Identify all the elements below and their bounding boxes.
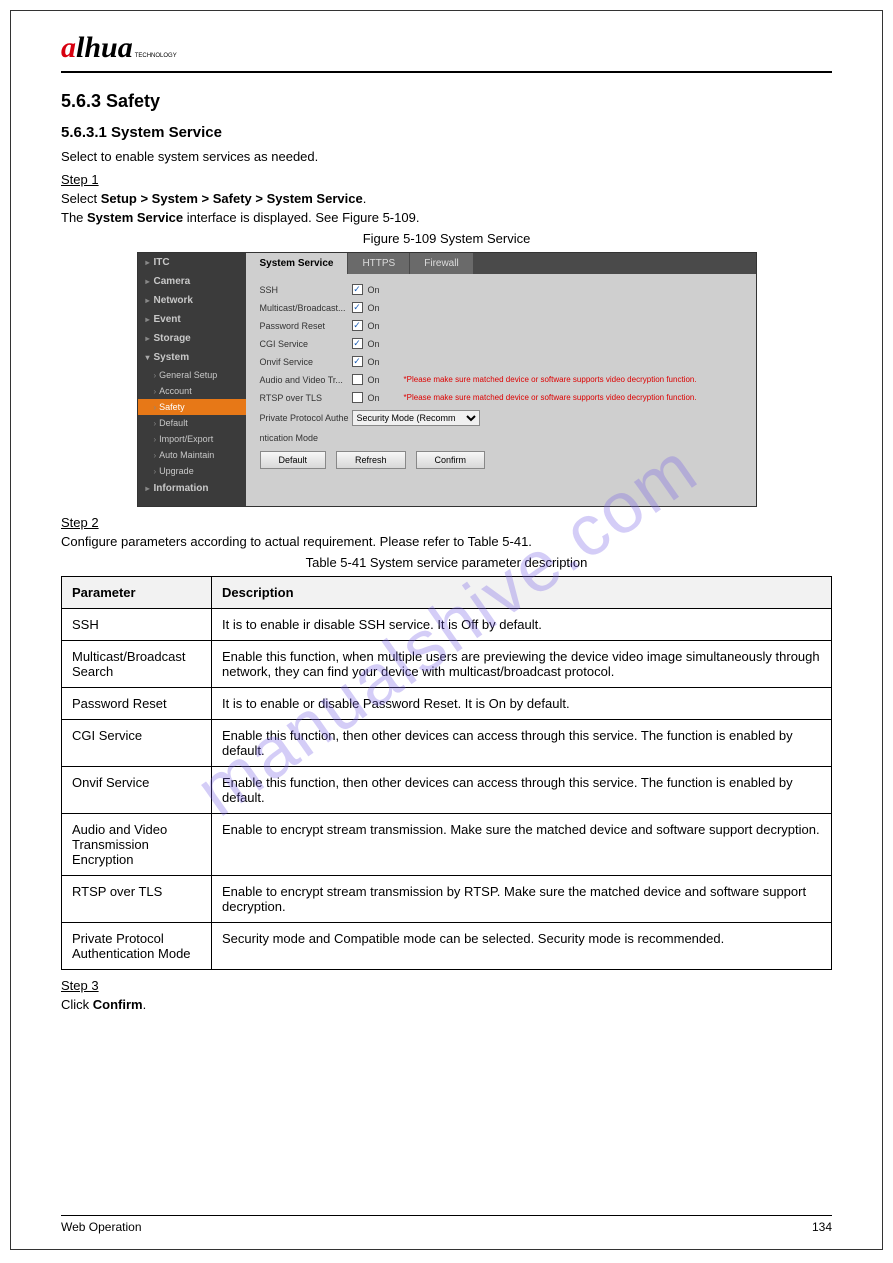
header-rule	[61, 71, 832, 73]
table-row: Audio and Video Transmission EncryptionE…	[62, 814, 832, 876]
warn-av: *Please make sure matched device or soft…	[404, 375, 697, 384]
row-av-encrypt: Audio and Video Tr...On*Please make sure…	[260, 374, 742, 385]
refresh-button[interactable]: Refresh	[336, 451, 406, 469]
sidebar-item-system[interactable]: ▾System	[138, 348, 246, 367]
table-row: Private Protocol Authentication ModeSecu…	[62, 923, 832, 970]
row-auth-mode-2: ntication Mode	[260, 433, 742, 443]
th-description: Description	[212, 577, 832, 609]
sidebar-sub-default[interactable]: ›Default	[138, 415, 246, 431]
step2-label: Step 2	[61, 515, 832, 530]
sidebar-item-camera[interactable]: ▸Camera	[138, 272, 246, 291]
auth-mode-select[interactable]: Security Mode (Recomm	[352, 410, 480, 426]
default-button[interactable]: Default	[260, 451, 327, 469]
step3-body: Click Confirm.	[61, 997, 832, 1012]
button-row: Default Refresh Confirm	[260, 451, 742, 469]
row-auth-mode: Private Protocol Authe Security Mode (Re…	[260, 410, 742, 426]
screenshot-body: SSHOn Multicast/Broadcast...On Password …	[246, 274, 756, 479]
row-cgi: CGI ServiceOn	[260, 338, 742, 349]
th-parameter: Parameter	[62, 577, 212, 609]
table-row: Onvif ServiceEnable this function, then …	[62, 767, 832, 814]
sidebar-item-network[interactable]: ▸Network	[138, 291, 246, 310]
logo-sub: TECHNOLOGY	[135, 53, 177, 59]
figure-caption: Figure 5-109 System Service	[61, 231, 832, 246]
step1-label: Step 1	[61, 172, 832, 187]
sidebar-item-information[interactable]: ▸Information	[138, 479, 246, 498]
subsection-heading: 5.6.3.1 System Service	[61, 124, 832, 141]
footer-rule	[61, 1215, 832, 1216]
tab-bar: System Service HTTPS Firewall	[246, 253, 756, 274]
checkbox-av-encrypt[interactable]	[352, 374, 363, 385]
footer-page-number: 134	[812, 1220, 832, 1234]
step3-label: Step 3	[61, 978, 832, 993]
row-rtsp-tls: RTSP over TLSOn*Please make sure matched…	[260, 392, 742, 403]
sidebar-item-storage[interactable]: ▸Storage	[138, 329, 246, 348]
sidebar-item-itc[interactable]: ▸ITC	[138, 253, 246, 272]
table-row: SSHIt is to enable ir disable SSH servic…	[62, 609, 832, 641]
screenshot-main: System Service HTTPS Firewall SSHOn Mult…	[246, 253, 756, 506]
checkbox-ssh[interactable]	[352, 284, 363, 295]
tab-firewall[interactable]: Firewall	[410, 253, 472, 274]
table-header-row: Parameter Description	[62, 577, 832, 609]
table-row: RTSP over TLSEnable to encrypt stream tr…	[62, 876, 832, 923]
logo-letter: a	[61, 31, 76, 65]
row-onvif: Onvif ServiceOn	[260, 356, 742, 367]
table-row: CGI ServiceEnable this function, then ot…	[62, 720, 832, 767]
sidebar-item-event[interactable]: ▸Event	[138, 310, 246, 329]
sidebar-sub-auto-maintain[interactable]: ›Auto Maintain	[138, 447, 246, 463]
row-ssh: SSHOn	[260, 284, 742, 295]
logo-word: lhua	[76, 31, 133, 65]
checkbox-multicast[interactable]	[352, 302, 363, 313]
tab-https[interactable]: HTTPS	[348, 253, 409, 274]
page-footer: Web Operation 134	[61, 1215, 832, 1234]
table-row: Multicast/Broadcast SearchEnable this fu…	[62, 641, 832, 688]
embedded-screenshot: ▸ITC ▸Camera ▸Network ▸Event ▸Storage ▾S…	[137, 252, 757, 507]
step1-line2: The System Service interface is displaye…	[61, 210, 832, 225]
tab-system-service[interactable]: System Service	[246, 253, 348, 274]
parameter-table: Parameter Description SSHIt is to enable…	[61, 576, 832, 970]
step1-line1: Select Setup > System > Safety > System …	[61, 191, 832, 206]
sidebar-sub-import-export[interactable]: ›Import/Export	[138, 431, 246, 447]
checkbox-cgi[interactable]	[352, 338, 363, 349]
footer-left: Web Operation	[61, 1220, 142, 1234]
checkbox-onvif[interactable]	[352, 356, 363, 367]
table-row: Password ResetIt is to enable or disable…	[62, 688, 832, 720]
row-multicast: Multicast/Broadcast...On	[260, 302, 742, 313]
step2-body: Configure parameters according to actual…	[61, 534, 832, 549]
section-heading: 5.6.3 Safety	[61, 91, 832, 112]
table-caption: Table 5-41 System service parameter desc…	[61, 555, 832, 570]
sidebar-sub-account[interactable]: ›Account	[138, 383, 246, 399]
sidebar-sub-safety[interactable]: ›Safety	[138, 399, 246, 415]
confirm-button[interactable]: Confirm	[416, 451, 486, 469]
sidebar-sub-upgrade[interactable]: ›Upgrade	[138, 463, 246, 479]
sidebar-sub-general[interactable]: ›General Setup	[138, 367, 246, 383]
screenshot-sidebar: ▸ITC ▸Camera ▸Network ▸Event ▸Storage ▾S…	[138, 253, 246, 506]
checkbox-password-reset[interactable]	[352, 320, 363, 331]
row-password-reset: Password ResetOn	[260, 320, 742, 331]
warn-rtsp: *Please make sure matched device or soft…	[404, 393, 697, 402]
brand-logo: a lhua TECHNOLOGY	[61, 31, 832, 65]
intro-text: Select to enable system services as need…	[61, 149, 832, 164]
checkbox-rtsp-tls[interactable]	[352, 392, 363, 403]
